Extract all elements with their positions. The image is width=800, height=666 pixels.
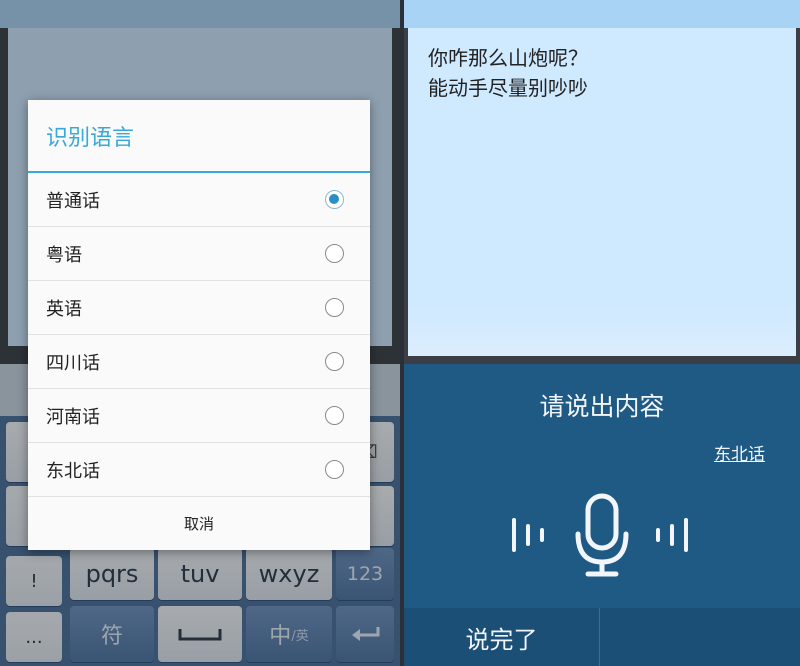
option-henanese[interactable]: 河南话 <box>28 389 370 443</box>
radio-unselected[interactable] <box>325 298 344 317</box>
option-label: 普通话 <box>46 190 100 212</box>
option-english[interactable]: 英语 <box>28 281 370 335</box>
sound-wave-left-icon <box>512 518 544 552</box>
option-northeastern[interactable]: 东北话 <box>28 443 370 497</box>
option-label: 河南话 <box>46 406 100 428</box>
option-label: 东北话 <box>46 460 100 482</box>
note-text-area[interactable]: 你咋那么山炮呢？ 能动手尽量别吵吵 <box>408 28 796 356</box>
option-label: 英语 <box>46 298 82 320</box>
left-panel: ⌫ ! pqrs tuv wxyz 123 ... 符 <box>0 0 400 666</box>
cancel-button[interactable]: 取消 <box>28 496 370 550</box>
option-label: 粤语 <box>46 244 82 266</box>
voice-prompt: 请说出内容 <box>539 392 665 421</box>
radio-unselected[interactable] <box>325 406 344 425</box>
mic-shape <box>575 493 629 577</box>
radio-unselected[interactable] <box>325 460 344 479</box>
radio-unselected[interactable] <box>325 244 344 263</box>
note-line: 你咋那么山炮呢？ <box>428 46 588 70</box>
option-sichuanese[interactable]: 四川话 <box>28 335 370 389</box>
note-line: 能动手尽量别吵吵 <box>428 76 588 100</box>
option-mandarin[interactable]: 普通话 <box>28 173 370 227</box>
radio-selected[interactable] <box>325 190 344 209</box>
right-panel: 你咋那么山炮呢？ 能动手尽量别吵吵 请说出内容 东北话 说完了 <box>404 0 800 666</box>
option-cantonese[interactable]: 粤语 <box>28 227 370 281</box>
dialect-link[interactable]: 东北话 <box>714 440 765 465</box>
language-dialog: 识别语言 普通话 粤语 英语 四川话 河南话 东北话 取消 <box>28 100 370 550</box>
dialog-title: 识别语言 <box>46 126 135 151</box>
radio-unselected[interactable] <box>325 352 344 371</box>
microphone-icon[interactable] <box>504 490 700 580</box>
option-label: 四川话 <box>46 352 100 374</box>
right-status-strip <box>404 0 800 28</box>
sound-wave-right-icon <box>656 518 688 552</box>
finish-speaking-button[interactable]: 说完了 <box>404 608 600 666</box>
